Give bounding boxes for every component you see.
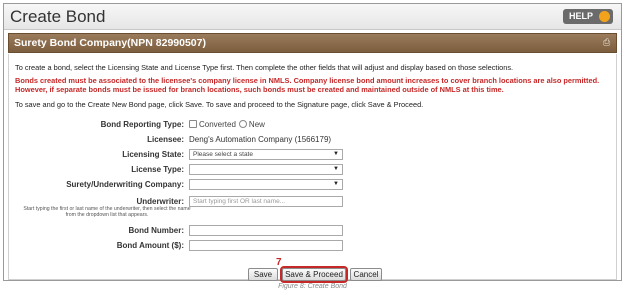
section-header: Surety Bond Company(NPN 82990507) ⎙	[8, 33, 617, 53]
licensing-state-value: Please select a state	[193, 151, 253, 158]
form-panel: To create a bond, select the Licensing S…	[8, 54, 617, 280]
figure-caption: Figure 8: Create Bond	[278, 283, 347, 290]
help-icon	[599, 11, 610, 22]
bond-amount-input[interactable]	[189, 240, 343, 251]
license-type-label: License Type:	[131, 165, 184, 174]
licensee-value: Deng's Automation Company (1566179)	[189, 135, 332, 144]
dropdown-arrow-icon: ▼	[333, 166, 339, 172]
license-type-select[interactable]: ▼	[189, 164, 343, 175]
licensing-state-select[interactable]: Please select a state ▼	[189, 149, 343, 160]
warning-text: Bonds created must be associated to the …	[15, 76, 600, 94]
page-title: Create Bond	[10, 7, 106, 26]
instruction-line: To create a bond, select the Licensing S…	[15, 63, 514, 72]
converted-label: Converted	[199, 120, 236, 129]
app-window: Create Bond HELP Surety Bond Company(NPN…	[3, 3, 622, 283]
underwriter-input[interactable]: Start typing first OR last name...	[189, 196, 343, 207]
underwriter-placeholder: Start typing first OR last name...	[193, 198, 286, 205]
save-instruction: To save and go to the Create New Bond pa…	[15, 100, 424, 109]
surety-label: Surety/Underwriting Company:	[66, 180, 184, 189]
help-button[interactable]: HELP	[563, 9, 613, 24]
surety-select[interactable]: ▼	[189, 179, 343, 190]
licensee-label: Licensee:	[147, 135, 184, 144]
underwriter-hint: Start typing the first or last name of t…	[23, 206, 191, 218]
bond-amount-label: Bond Amount ($):	[116, 241, 184, 250]
section-title: Surety Bond Company(NPN 82990507)	[14, 37, 206, 49]
underwriter-label: Underwriter:	[136, 197, 184, 206]
step-number-annotation: 7	[276, 257, 282, 268]
reporting-type-label: Bond Reporting Type:	[100, 120, 184, 129]
print-icon[interactable]: ⎙	[603, 37, 612, 48]
converted-checkbox[interactable]	[189, 120, 197, 128]
help-label: HELP	[569, 11, 594, 21]
dropdown-arrow-icon: ▼	[333, 151, 339, 157]
save-button[interactable]: Save	[248, 268, 278, 281]
cancel-button[interactable]: Cancel	[350, 268, 382, 281]
reporting-type-group: Converted New	[189, 120, 265, 129]
dropdown-arrow-icon: ▼	[333, 181, 339, 187]
page-header: Create Bond HELP	[4, 4, 621, 30]
bond-number-label: Bond Number:	[128, 226, 184, 235]
new-radio[interactable]	[238, 120, 247, 128]
bond-number-input[interactable]	[189, 225, 343, 236]
licensing-state-label: Licensing State:	[122, 150, 184, 159]
new-label: New	[248, 120, 265, 129]
save-proceed-button[interactable]: Save & Proceed	[280, 266, 348, 283]
